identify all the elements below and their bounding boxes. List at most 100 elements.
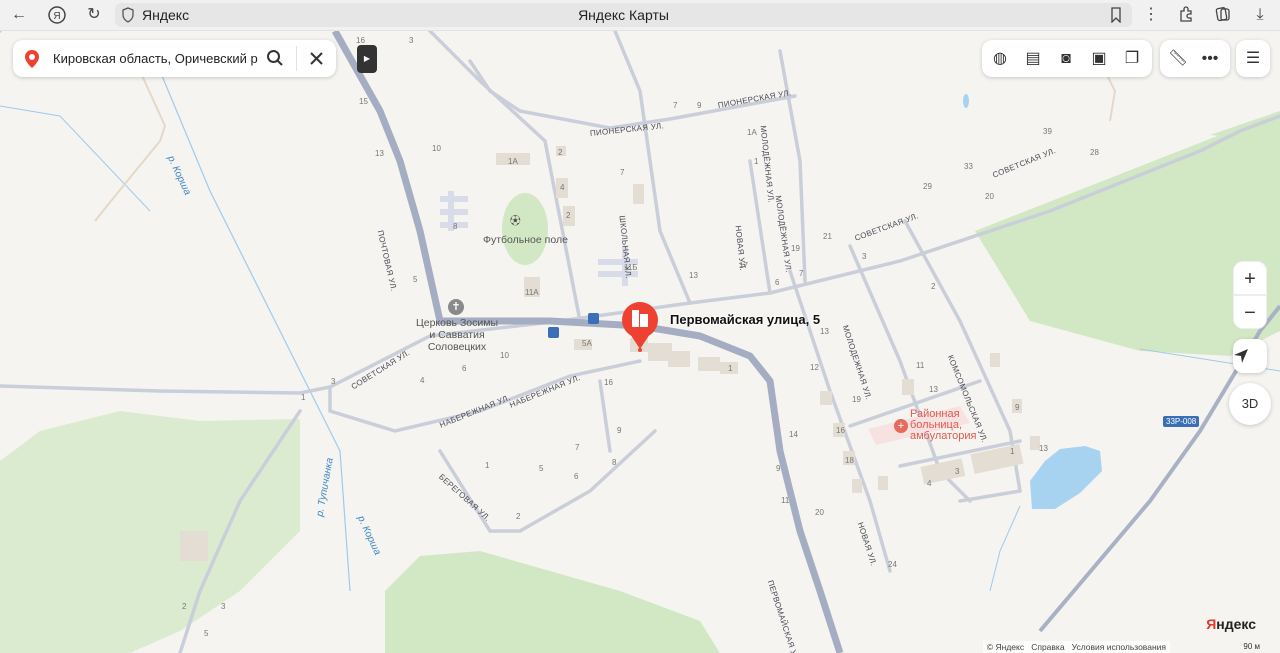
tools-toolbar: 📏︎ ••• bbox=[1160, 40, 1230, 77]
collapse-panel-button[interactable]: ▶ bbox=[357, 45, 377, 73]
browser-toolbar: ← Я ↻ Яндекс Яндекс Карты ⋮ ⤓ bbox=[0, 0, 1280, 31]
house-number: 19 bbox=[791, 244, 800, 253]
house-number: 5 bbox=[539, 464, 544, 473]
house-number: 2 bbox=[516, 512, 521, 521]
house-number: 1 bbox=[754, 157, 759, 166]
bus-stop-icon[interactable] bbox=[548, 327, 559, 338]
house-number: 8 bbox=[453, 222, 458, 231]
house-number: 16 bbox=[356, 36, 365, 45]
layers-icon[interactable]: ❐ bbox=[1120, 48, 1144, 70]
house-number: 3 bbox=[409, 36, 414, 45]
house-number: 3 bbox=[862, 252, 867, 261]
church-label-line: и Савватия bbox=[429, 329, 485, 341]
house-number: 15 bbox=[359, 97, 368, 106]
church-label[interactable]: Церковь Зосимы и Савватия Соловецких bbox=[413, 317, 501, 353]
hospital-label-line: амбулатория bbox=[910, 430, 977, 442]
terms-link[interactable]: Условия использования bbox=[1072, 642, 1166, 652]
map-canvas[interactable]: ПИОНЕРСКАЯ УЛ. ПИОНЕРСКАЯ УЛ. ПОЧТОВАЯ У… bbox=[0, 31, 1280, 653]
house-number: 14 bbox=[789, 430, 798, 439]
panorama-icon[interactable]: ◍ bbox=[988, 48, 1012, 70]
hospital-label[interactable]: Районная больница, амбулатория bbox=[910, 409, 976, 442]
locate-icon bbox=[1234, 349, 1248, 363]
reload-icon[interactable]: ↻ bbox=[83, 5, 105, 25]
house-number: 1 bbox=[301, 393, 306, 402]
church-label-line: Церковь Зосимы bbox=[415, 317, 499, 329]
forest-area bbox=[0, 411, 300, 653]
house-number: 4 bbox=[420, 376, 425, 385]
house-number: 8 bbox=[612, 458, 617, 467]
house-number: 10 bbox=[500, 351, 509, 360]
help-link[interactable]: Справка bbox=[1031, 642, 1064, 652]
football-field bbox=[502, 193, 548, 265]
house-number: 1 bbox=[485, 461, 490, 470]
house-number: 7 bbox=[673, 101, 678, 110]
search-panel: Кировская область, Оричевский рай bbox=[13, 40, 336, 77]
map-scale: 90 м bbox=[1243, 642, 1260, 651]
camera-icon[interactable]: ◙ bbox=[1054, 48, 1078, 70]
house-number: 9 bbox=[617, 426, 622, 435]
bus-icon[interactable]: ▣ bbox=[1087, 48, 1111, 70]
3d-button[interactable]: 3D bbox=[1229, 383, 1271, 425]
download-icon[interactable]: ⤓ bbox=[1249, 5, 1271, 25]
house-number: 20 bbox=[985, 192, 994, 201]
search-input[interactable]: Кировская область, Оричевский рай bbox=[53, 51, 258, 66]
ruler-icon[interactable]: 📏︎ bbox=[1166, 48, 1190, 70]
house-number: 9 bbox=[697, 101, 702, 110]
house-number: 28 bbox=[1090, 148, 1099, 157]
bookmark-icon[interactable] bbox=[1110, 7, 1122, 23]
menu-icon: ☰ bbox=[1245, 50, 1261, 67]
hospital-icon[interactable]: + bbox=[894, 419, 908, 433]
locate-button[interactable] bbox=[1233, 339, 1267, 373]
house-number: 7 bbox=[620, 168, 625, 177]
yandex-logo: Яндекс bbox=[1206, 616, 1256, 632]
back-arrow-icon[interactable]: ← bbox=[8, 5, 30, 25]
layers-toolbar: ◍ ▤ ◙ ▣ ❐ bbox=[982, 40, 1152, 77]
house-number: 6 bbox=[775, 278, 780, 287]
address-bar[interactable]: Яндекс Яндекс Карты bbox=[115, 3, 1132, 27]
guide-icon[interactable]: ▤ bbox=[1021, 48, 1045, 70]
house-number: 11 bbox=[916, 361, 925, 370]
house-number: 13 bbox=[375, 149, 384, 158]
collections-icon[interactable] bbox=[1212, 5, 1234, 25]
house-number: 17 bbox=[739, 261, 748, 270]
map-footer: © Яндекс Справка Условия использования bbox=[982, 641, 1170, 653]
marker-label[interactable]: Первомайская улица, 5 bbox=[670, 312, 820, 327]
more-icon[interactable]: ⋮ bbox=[1140, 5, 1162, 25]
house-number: 9 bbox=[1015, 403, 1020, 412]
house-number: 24 bbox=[888, 560, 897, 569]
zoom-out-button[interactable]: − bbox=[1233, 295, 1267, 329]
house-number: 2 bbox=[182, 602, 187, 611]
forest-area bbox=[385, 551, 720, 653]
shield-icon bbox=[122, 7, 134, 23]
yandex-browser-icon[interactable]: Я bbox=[46, 5, 68, 25]
house-number: 13 bbox=[820, 327, 829, 336]
map-pin-icon bbox=[25, 50, 39, 68]
house-number: 16 bbox=[604, 378, 613, 387]
bus-stop-icon[interactable] bbox=[588, 313, 599, 324]
house-number: 3 bbox=[221, 602, 226, 611]
house-number: 1А bbox=[508, 157, 518, 166]
more-icon[interactable]: ••• bbox=[1198, 48, 1222, 70]
church-icon[interactable]: ✝ bbox=[448, 299, 464, 315]
football-field-label[interactable]: Футбольное поле bbox=[483, 234, 568, 246]
house-number: 12 bbox=[810, 363, 819, 372]
page-title: Яндекс Карты bbox=[578, 7, 669, 23]
house-number: 16 bbox=[836, 426, 845, 435]
house-number: 3 bbox=[331, 377, 336, 386]
house-number: 20 bbox=[815, 508, 824, 517]
search-icon[interactable] bbox=[266, 49, 284, 67]
house-number: 19 bbox=[852, 395, 861, 404]
zoom-in-button[interactable]: + bbox=[1233, 261, 1267, 295]
house-number: 13 bbox=[929, 385, 938, 394]
menu-button[interactable]: ☰ bbox=[1236, 40, 1270, 77]
house-number: 6 bbox=[574, 472, 579, 481]
close-icon[interactable] bbox=[310, 52, 323, 65]
football-icon: ⚽︎ bbox=[510, 215, 521, 227]
house-number: 5А bbox=[582, 339, 592, 348]
house-number: 4 bbox=[927, 479, 932, 488]
extensions-icon[interactable] bbox=[1175, 5, 1197, 25]
house-number: 10 bbox=[432, 144, 441, 153]
copyright-text: © Яндекс bbox=[986, 642, 1025, 652]
house-number: 5 bbox=[204, 629, 209, 638]
svg-text:Я: Я bbox=[53, 11, 60, 22]
